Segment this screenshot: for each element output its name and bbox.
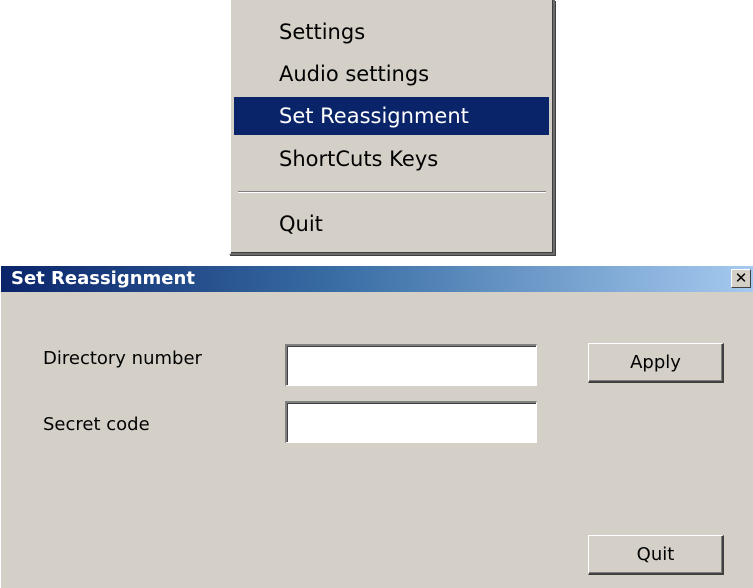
secret-code-label: Secret code bbox=[43, 414, 150, 435]
close-icon: ✕ bbox=[734, 269, 748, 287]
context-menu: Settings Audio settings Set Reassignment… bbox=[229, 0, 555, 255]
menu-item-audio-settings[interactable]: Audio settings bbox=[234, 55, 549, 93]
dialog-title: Set Reassignment bbox=[11, 268, 195, 289]
menu-item-shortcuts-keys[interactable]: ShortCuts Keys bbox=[234, 140, 549, 178]
menu-item-set-reassignment[interactable]: Set Reassignment bbox=[234, 97, 549, 135]
secret-code-input[interactable] bbox=[285, 401, 537, 443]
menu-item-settings[interactable]: Settings bbox=[234, 13, 549, 51]
menu-separator bbox=[238, 191, 546, 193]
menu-item-quit[interactable]: Quit bbox=[234, 205, 549, 243]
dialog-titlebar[interactable]: Set Reassignment ✕ bbox=[1, 266, 753, 292]
directory-number-label: Directory number bbox=[43, 348, 202, 369]
apply-button[interactable]: Apply bbox=[588, 343, 724, 383]
set-reassignment-dialog: Set Reassignment ✕ Directory number Secr… bbox=[0, 266, 753, 588]
close-button[interactable]: ✕ bbox=[731, 269, 751, 288]
directory-number-input[interactable] bbox=[285, 344, 537, 386]
quit-button[interactable]: Quit bbox=[588, 535, 724, 575]
